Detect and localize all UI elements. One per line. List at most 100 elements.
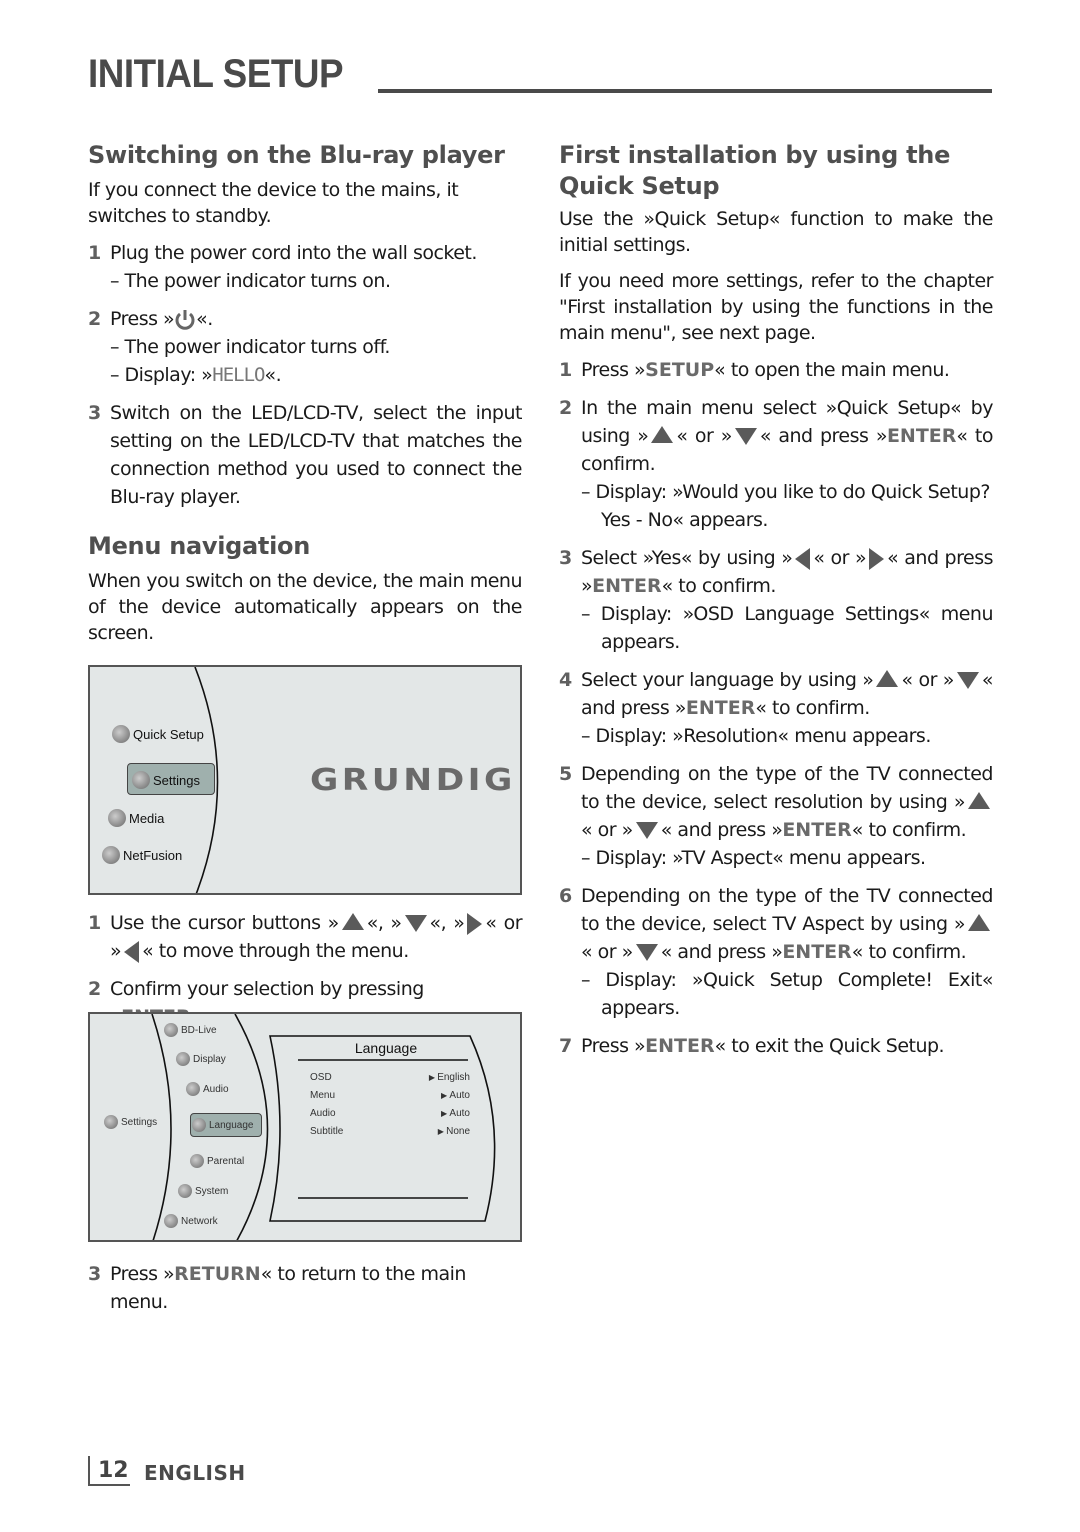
text-fragment: « to confirm. — [851, 819, 967, 841]
step-number: 6 — [559, 885, 572, 907]
menu-item-netfusion: NetFusion — [102, 846, 182, 864]
quick-setup-intro-1: Use the »Quick Setup« function to make t… — [559, 208, 994, 256]
step-number: 3 — [88, 1263, 101, 1285]
menu-item-quick-setup: Quick Setup — [112, 725, 204, 743]
menu-nav-step-3-wrapper: 3 Press »RETURN« to return to the main m… — [88, 1260, 522, 1316]
right-column: First installation by using the Quick Se… — [559, 140, 994, 1060]
brand-logo: GRUNDIG — [310, 763, 516, 798]
menu-item-label: Settings — [121, 1116, 158, 1128]
menu-item-label: NetFusion — [123, 847, 183, 863]
main-menu-screenshot: Quick Setup Settings Media NetFusion GRU… — [88, 665, 522, 895]
step-number: 5 — [559, 763, 572, 785]
arrow-down-icon — [635, 944, 658, 961]
text-fragment: « or » — [581, 819, 633, 841]
text-fragment: Depending on the type of the TV connecte… — [581, 885, 994, 935]
settings-gears-icon — [132, 771, 150, 789]
arrow-down-icon — [734, 428, 757, 445]
arrow-up-icon — [876, 670, 899, 687]
arrow-down-icon — [404, 915, 427, 932]
text-fragment: « to move through the menu. — [142, 940, 409, 962]
netfusion-icon — [102, 846, 120, 864]
text-fragment: Use the cursor buttons » — [110, 912, 339, 934]
switching-step-3: 3 Switch on the LED/LCD-TV, select the i… — [88, 399, 523, 511]
menu-nav-step-1: 1 Use the cursor buttons » «, » «, » « or »… — [88, 909, 523, 965]
menu-item-label: Parental — [207, 1155, 245, 1167]
text-fragment: Select »Yes« by using » — [581, 547, 793, 569]
step-number: 1 — [88, 912, 101, 934]
step-result: – The power indicator turns off. — [110, 336, 390, 358]
title-rule — [378, 89, 992, 93]
quick-setup-step-6: 6 Depending on the type of the TV connec… — [559, 882, 994, 1022]
quick-setup-step-5: 5 Depending on the type of the TV connec… — [559, 760, 994, 872]
menu-item-settings: Settings — [132, 771, 200, 789]
media-icon — [108, 809, 126, 827]
page-title: INITIAL SETUP — [88, 52, 344, 96]
menu-item-label: Language — [209, 1119, 254, 1131]
submenu-item-system: System — [178, 1184, 228, 1198]
step-number: 2 — [88, 308, 101, 330]
submenu-item-network: Network — [164, 1214, 218, 1228]
key-label-return: RETURN — [174, 1263, 261, 1285]
text-fragment: « and press » — [759, 425, 888, 447]
quick-setup-step-3: 3 Select »Yes« by using » « or » « and pre… — [559, 544, 994, 656]
step-result: – Display: »TV Aspect« menu appears. — [581, 847, 926, 869]
language-icon — [192, 1118, 206, 1132]
text-fragment: Depending on the type of the TV connecte… — [581, 763, 994, 813]
quick-setup-step-1: 1 Press »SETUP« to open the main menu. — [559, 356, 993, 384]
network-icon — [164, 1214, 178, 1228]
section-heading-quick-setup: First installation by using the Quick Se… — [559, 141, 951, 200]
step-number: 1 — [88, 242, 101, 264]
step-number: 1 — [559, 359, 572, 381]
language-row-menu: Menu Auto — [310, 1090, 470, 1101]
text-fragment: Select your language by using » — [581, 669, 874, 691]
arrow-down-icon — [635, 822, 658, 839]
language-row-osd: OSD English — [310, 1072, 470, 1083]
footer-language: ENGLISH — [144, 1461, 246, 1485]
step-number: 2 — [559, 397, 572, 419]
key-label-enter: ENTER — [592, 575, 662, 597]
text-fragment: « or » — [676, 425, 732, 447]
gear-icon — [112, 725, 130, 743]
language-row-audio: Audio Auto — [310, 1108, 470, 1119]
row-value: English — [429, 1072, 470, 1083]
key-label-enter: ENTER — [645, 1035, 715, 1057]
text-fragment: Press » — [110, 1263, 175, 1285]
row-value: None — [438, 1126, 470, 1137]
parental-icon — [190, 1154, 204, 1168]
step-number: 7 — [559, 1035, 572, 1057]
text-fragment: « to confirm. — [755, 697, 870, 719]
display-icon — [176, 1052, 190, 1066]
step-text: Switch on the LED/LCD-TV, select the inp… — [110, 402, 523, 508]
panel-title: Language — [354, 1040, 418, 1056]
row-label: Subtitle — [310, 1126, 344, 1137]
submenu-item-bd-live: BD-Live — [164, 1023, 217, 1037]
lcd-display-text: HELLO — [212, 364, 265, 386]
key-label-enter: ENTER — [782, 941, 852, 963]
page-number: 12 — [98, 1458, 129, 1483]
globe-icon — [164, 1023, 178, 1037]
quick-setup-step-4: 4 Select your language by using » « or » «… — [559, 666, 994, 750]
text-fragment: « or » — [581, 941, 633, 963]
step-result: – The power indicator turns on. — [110, 270, 391, 292]
text-fragment: « or » — [813, 547, 867, 569]
text-fragment: «, » — [429, 912, 465, 934]
step-result: – Display: »Quick Setup Complete! Exit« … — [581, 969, 994, 1019]
text-fragment: – Display: » — [110, 364, 213, 386]
submenu-item-language: Language — [192, 1118, 254, 1132]
text-fragment: «. — [196, 308, 213, 330]
row-label: Menu — [310, 1090, 336, 1101]
text-fragment: Press » — [110, 308, 175, 330]
menu-item-label: Quick Setup — [133, 726, 204, 742]
arrow-up-icon — [651, 426, 674, 443]
switching-step-1: 1 Plug the power cord into the wall sock… — [88, 239, 522, 295]
arrow-up-icon — [968, 792, 990, 809]
arrow-up-icon — [968, 914, 990, 931]
menu-item-label: Media — [129, 810, 165, 826]
text-fragment: « to exit the Quick Setup. — [714, 1035, 945, 1057]
text-fragment: Press » — [581, 359, 646, 381]
arrow-up-icon — [341, 913, 364, 930]
menu-item-media: Media — [108, 809, 164, 827]
step-result: – Display: »OSD Language Settings« menu … — [581, 603, 994, 653]
menu-item-label: System — [195, 1185, 229, 1197]
step-result-display: – Display: »HELLO«. — [110, 361, 522, 389]
